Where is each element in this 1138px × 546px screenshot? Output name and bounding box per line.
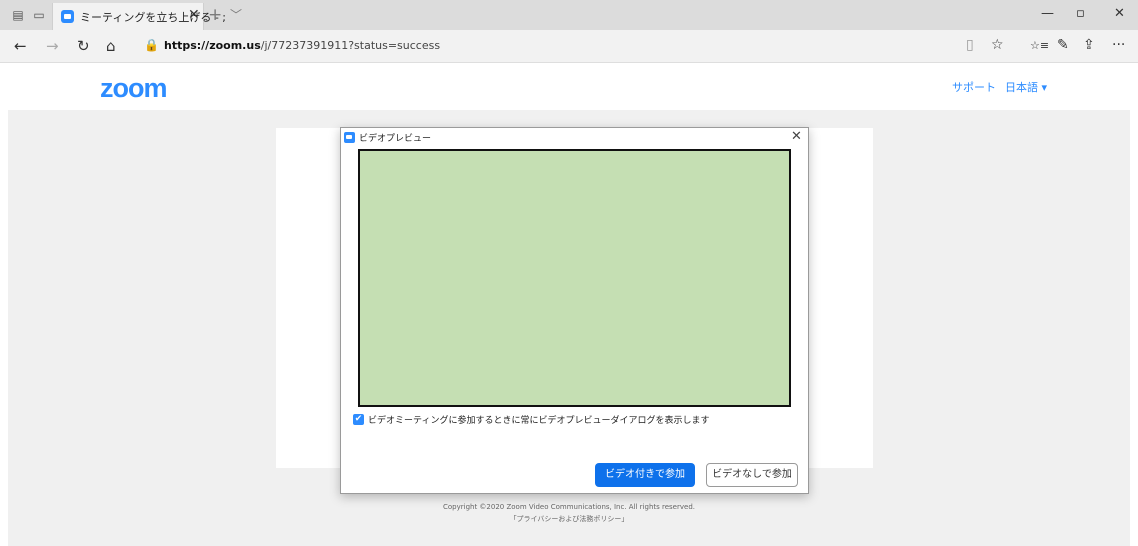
tab-close-icon[interactable]: ✕ [188,7,200,23]
tab-preview-icon[interactable]: ▭ [31,7,47,23]
join-with-video-button[interactable]: ビデオ付きで参加 [595,463,695,487]
join-without-video-button[interactable]: ビデオなしで参加 [706,463,798,487]
zoom-logo[interactable]: zoom [100,73,167,104]
favorite-star-icon[interactable]: ☆ [991,37,1004,53]
favorites-hub-icon[interactable]: ☆≡ [1030,39,1049,52]
privacy-policy-link[interactable]: 「プライバシーおよび法務ポリシー」 [0,514,1138,524]
zoom-app-icon [344,132,355,143]
browser-tab-zoom[interactable]: ミーティングを立ち上げる - ; ✕ [52,3,226,30]
browser-tab-strip: ▤ ▭ ミーティングを立ち上げる - ; ✕ + ﹀ — ▫ ✕ [0,0,1138,30]
forward-arrow-icon[interactable]: → [46,37,59,55]
video-preview-dialog: ビデオプレビュー ✕ ✔ ビデオミーティングに参加するときに常にビデオプレビュー… [340,127,809,494]
tab-menu-chevron-icon[interactable]: ﹀ [230,6,242,23]
new-tab-icon[interactable]: + [208,5,222,25]
always-show-preview-checkbox[interactable]: ✔ [353,414,364,425]
support-link[interactable]: サポート [952,79,996,95]
home-icon[interactable]: ⌂ [106,37,116,55]
tab-actions-icon[interactable]: ▤ [10,7,26,23]
reading-view-icon[interactable]: ▯ [966,37,974,53]
video-preview-area [358,149,791,407]
share-icon[interactable]: ⇪ [1083,37,1095,53]
dialog-close-icon[interactable]: ✕ [791,129,802,144]
url-field[interactable]: 🔒 https://zoom.us/j/77237391911?status=s… [140,35,915,57]
dialog-title: ビデオプレビュー [359,134,432,144]
notes-pen-icon[interactable]: ✎ [1057,37,1069,53]
tab-title: ミーティングを立ち上げる - ; [80,11,227,24]
always-show-preview-label[interactable]: ビデオミーティングに参加するときに常にビデオプレビューダイアログを表示します [368,413,709,426]
back-arrow-icon[interactable]: ← [14,37,27,55]
restore-icon[interactable]: ▫ [1076,6,1085,21]
language-dropdown[interactable]: 日本語 ▾ [1005,79,1047,95]
url-text: https://zoom.us/j/77237391911?status=suc… [164,39,441,52]
more-icon[interactable]: ··· [1112,37,1125,53]
refresh-icon[interactable]: ↻ [77,37,90,55]
lock-icon: 🔒 [144,38,159,52]
zoom-favicon-icon [61,10,74,23]
site-header: zoom サポート 日本語 ▾ [0,63,1138,110]
address-bar: ← → ↻ ⌂ 🔒 https://zoom.us/j/77237391911?… [0,30,1138,63]
minimize-icon[interactable]: — [1041,6,1054,21]
copyright-text: Copyright ©2020 Zoom Video Communication… [443,503,695,511]
window-close-icon[interactable]: ✕ [1114,6,1125,21]
